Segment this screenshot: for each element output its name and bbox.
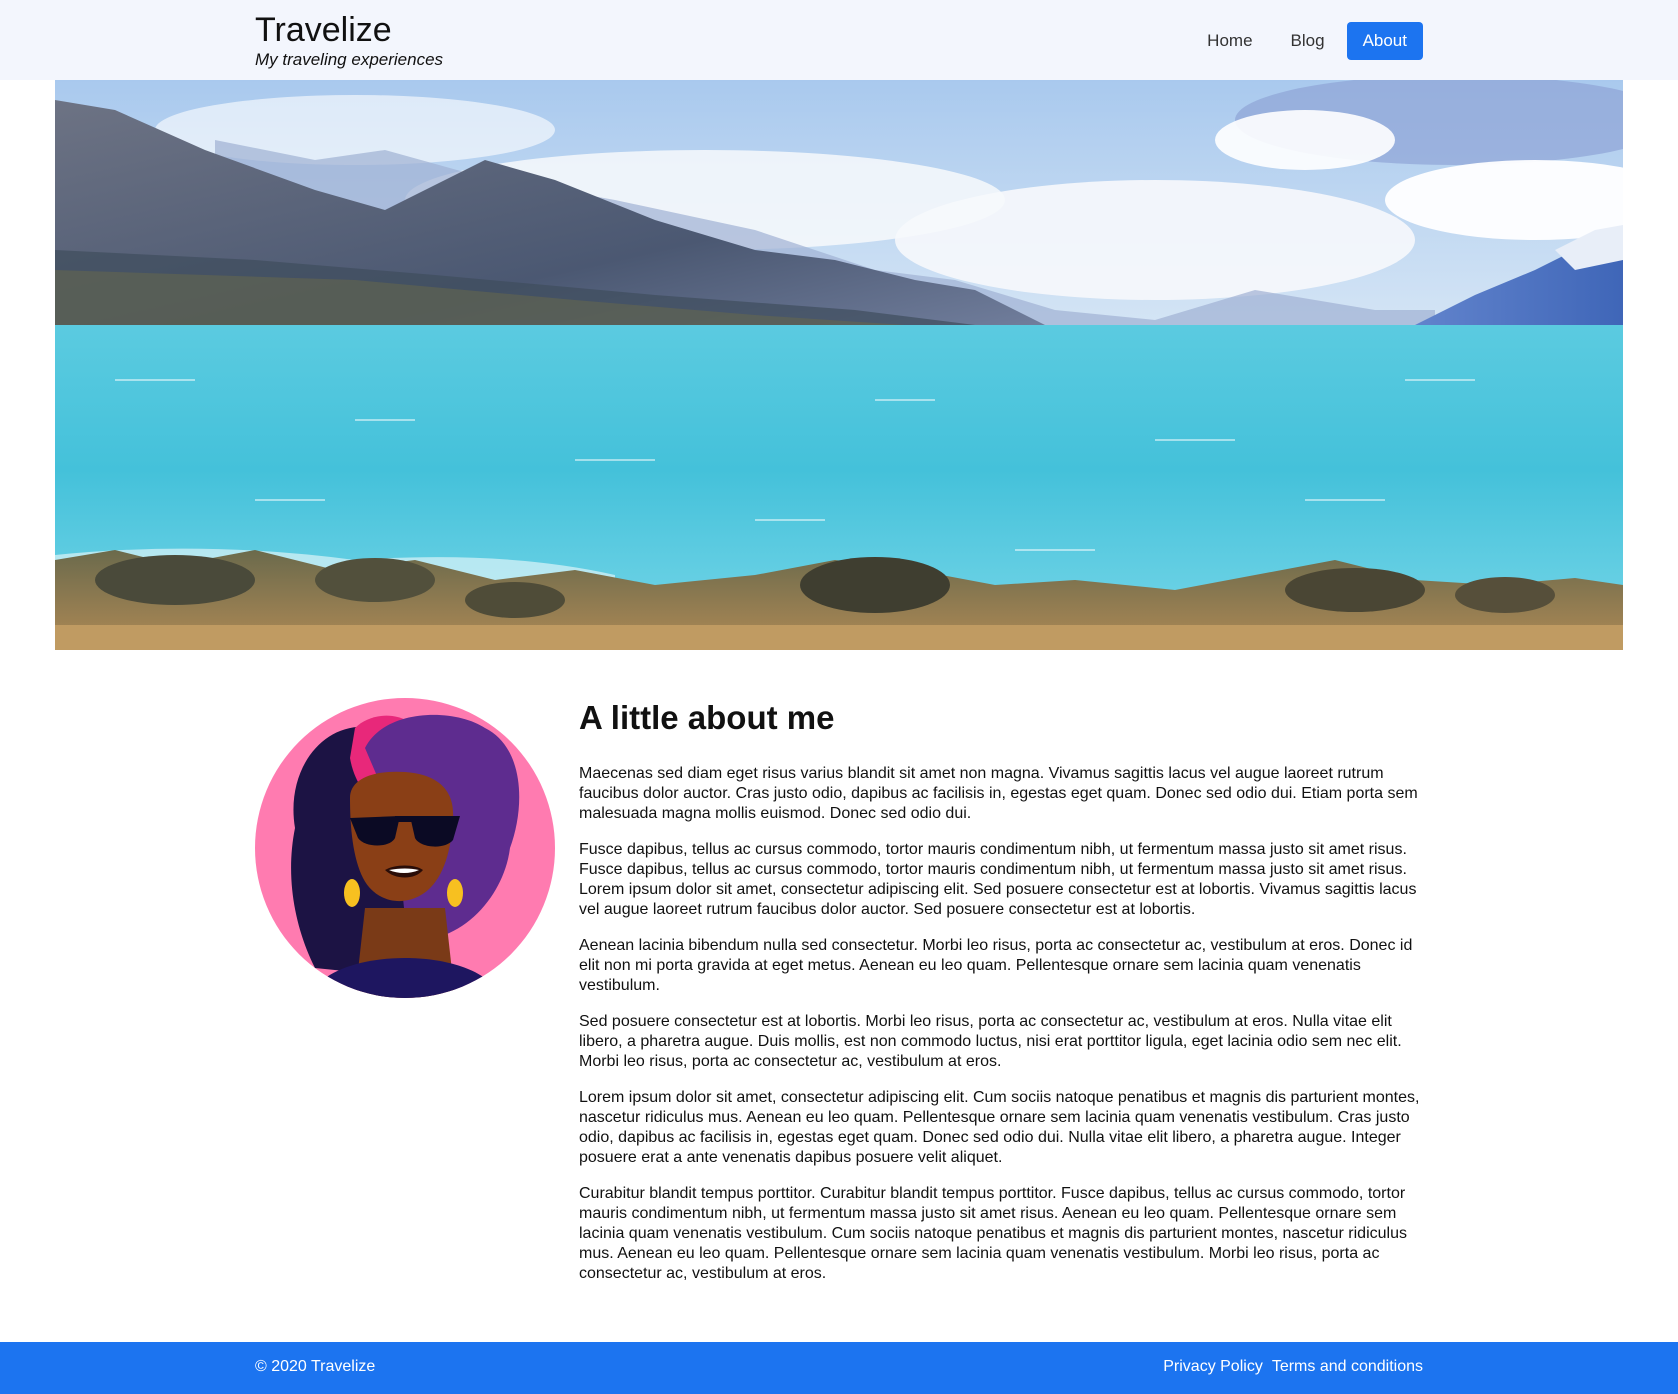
site-title[interactable]: Travelize [255,10,443,50]
nav-blog-link[interactable]: Blog [1275,22,1341,60]
footer: © 2020 Travelize Privacy Policy Terms an… [0,1342,1678,1394]
hero-image [55,80,1623,650]
top-navbar: Travelize My traveling experiences Home … [0,0,1678,80]
main-nav: Home Blog About [1191,22,1423,60]
site-subtitle: My traveling experiences [255,50,444,69]
paragraph: Fusce dapibus, tellus ac cursus commodo,… [579,841,1417,918]
paragraph: Maecenas sed diam eget risus varius blan… [579,765,1418,822]
paragraph: Aenean lacinia bibendum nulla sed consec… [579,937,1413,994]
nav-about-link[interactable]: About [1346,22,1423,60]
copyright: © 2020 Travelize [255,1358,376,1375]
brand[interactable]: Travelize My traveling experiences [255,10,443,70]
page-title: A little about me [579,699,835,736]
privacy-policy-link[interactable]: Privacy Policy [1163,1358,1263,1376]
paragraph: Lorem ipsum dolor sit amet, consectetur … [579,1089,1420,1166]
woman-avatar-illustration [255,698,555,998]
paragraph: Sed posuere consectetur est at lobortis.… [579,1013,1402,1070]
nav-home-link[interactable]: Home [1191,22,1268,60]
about-content: A little about me Maecenas sed diam eget… [579,696,1423,1300]
terms-link[interactable]: Terms and conditions [1272,1358,1423,1376]
lake-landscape-image [55,80,1623,650]
avatar [255,698,555,998]
paragraph: Curabitur blandit tempus porttitor. Cura… [579,1185,1407,1282]
footer-links: Privacy Policy Terms and conditions [1163,1358,1423,1376]
